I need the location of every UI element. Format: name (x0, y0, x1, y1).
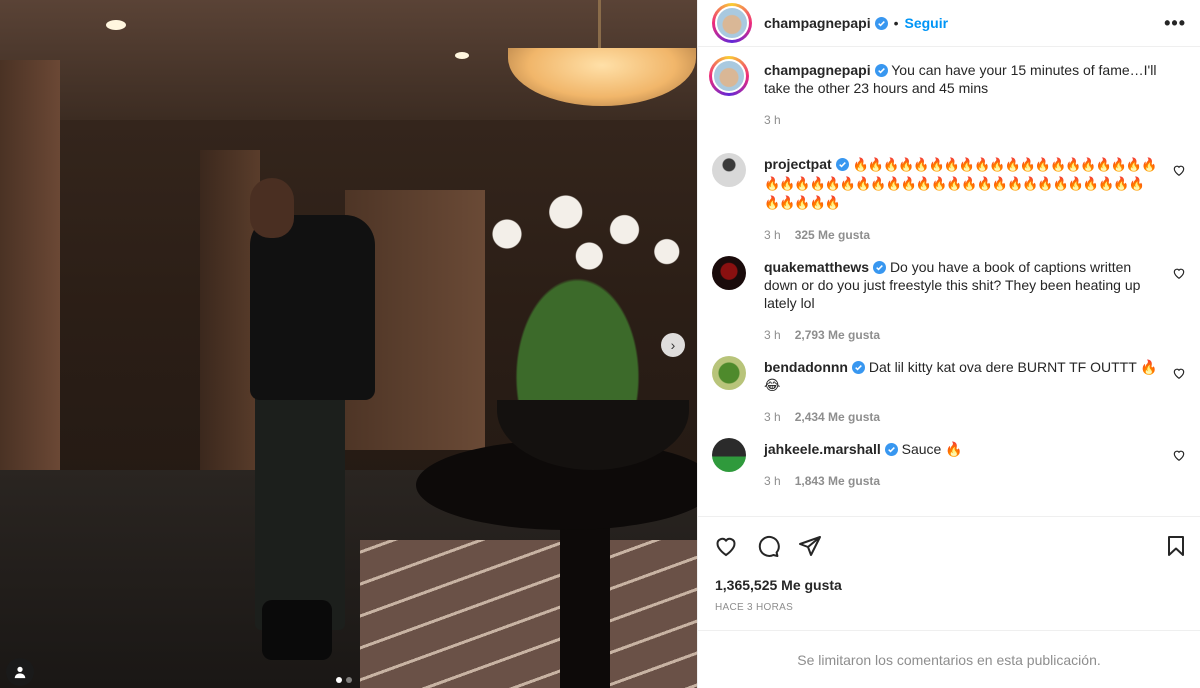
verified-badge-icon (884, 443, 898, 456)
author-avatar[interactable] (712, 3, 752, 43)
comment-likes[interactable]: 2,434 Me gusta (795, 408, 880, 426)
user-icon (14, 666, 26, 679)
photo-person-body (250, 215, 375, 400)
header-separator: • (893, 15, 899, 31)
comments-disabled-notice: Se limitaron los comentarios en esta pub… (698, 630, 1200, 688)
comment-time: 3 h (764, 410, 781, 424)
comment-time: 3 h (764, 228, 781, 242)
heart-icon[interactable] (1172, 366, 1186, 380)
next-photo-button[interactable]: › (661, 333, 685, 357)
commenter-avatar[interactable] (712, 153, 746, 187)
comment-time: 3 h (764, 474, 781, 488)
carousel-dot (336, 677, 342, 683)
verified-badge-icon (873, 261, 887, 274)
photo-person-shoes (262, 600, 332, 660)
comments-list[interactable]: champagnepapi You can have your 15 minut… (698, 47, 1200, 516)
comment-username[interactable]: bendadonnn (764, 359, 848, 375)
commenter-avatar[interactable] (712, 438, 746, 472)
caption-username[interactable]: champagnepapi (764, 62, 871, 78)
chevron-right-icon: › (670, 337, 676, 353)
commenter-avatar[interactable] (712, 356, 746, 390)
verified-badge-icon (874, 64, 888, 77)
comment: bendadonnn Dat lil kitty kat ova dere BU… (712, 356, 1186, 426)
author-username[interactable]: champagnepapi (764, 15, 871, 31)
verified-badge-icon (835, 158, 849, 171)
author-avatar[interactable] (709, 56, 749, 96)
post-photo[interactable]: › (0, 0, 697, 688)
post-actions-bar (698, 516, 1200, 574)
photo-person-head (250, 178, 294, 238)
photo-rug (360, 540, 697, 688)
commenter-avatar[interactable] (712, 256, 746, 290)
more-options-button[interactable]: ••• (1164, 13, 1186, 34)
comment-username[interactable]: quakematthews (764, 259, 869, 275)
post-timestamp[interactable]: HACE 3 HORAS (698, 602, 1200, 616)
instagram-post: › champagnepapi • Seguir ••• champagnepa (0, 0, 1200, 688)
carousel-dots (336, 677, 352, 683)
comment-icon[interactable] (756, 534, 780, 558)
comment-likes[interactable]: 325 Me gusta (795, 226, 870, 244)
tagged-users-button[interactable] (6, 658, 34, 686)
carousel-dot (346, 677, 352, 683)
comment: projectpat 🔥🔥🔥🔥🔥🔥🔥🔥🔥🔥🔥🔥🔥🔥🔥🔥🔥🔥🔥🔥🔥🔥🔥🔥🔥🔥🔥🔥🔥… (712, 153, 1186, 244)
caption: champagnepapi You can have your 15 minut… (709, 56, 1186, 129)
post-likes-count[interactable]: 1,365,525 Me gusta (698, 574, 1200, 596)
post-side-panel: champagnepapi • Seguir ••• champagnepapi… (697, 0, 1200, 688)
bookmark-icon[interactable] (1164, 534, 1188, 558)
photo-person-legs (255, 390, 345, 630)
photo-lamp-rod (598, 0, 601, 50)
comment: quakematthews Do you have a book of capt… (712, 256, 1186, 344)
comment-username[interactable]: jahkeele.marshall (764, 441, 881, 457)
comment: jahkeele.marshall Sauce 🔥 3 h 1,843 Me g… (712, 438, 1186, 490)
follow-button[interactable]: Seguir (905, 15, 949, 31)
verified-badge-icon (874, 16, 888, 30)
comment-likes[interactable]: 2,793 Me gusta (795, 326, 880, 344)
comment-username[interactable]: projectpat (764, 156, 832, 172)
photo-downlight (106, 20, 126, 30)
photo-downlight (455, 52, 469, 59)
post-header: champagnepapi • Seguir ••• (698, 0, 1200, 47)
heart-icon[interactable] (1172, 448, 1186, 462)
caption-time: 3 h (764, 113, 781, 127)
comment-text: Sauce 🔥 (901, 441, 963, 457)
heart-icon[interactable] (1172, 163, 1186, 177)
share-icon[interactable] (798, 534, 822, 558)
comment-time: 3 h (764, 328, 781, 342)
verified-badge-icon (852, 361, 865, 374)
heart-icon[interactable] (1172, 266, 1186, 280)
comment-likes[interactable]: 1,843 Me gusta (795, 472, 880, 490)
photo-table-leg (560, 520, 610, 688)
heart-icon[interactable] (714, 534, 738, 558)
photo-orchids (460, 190, 695, 410)
